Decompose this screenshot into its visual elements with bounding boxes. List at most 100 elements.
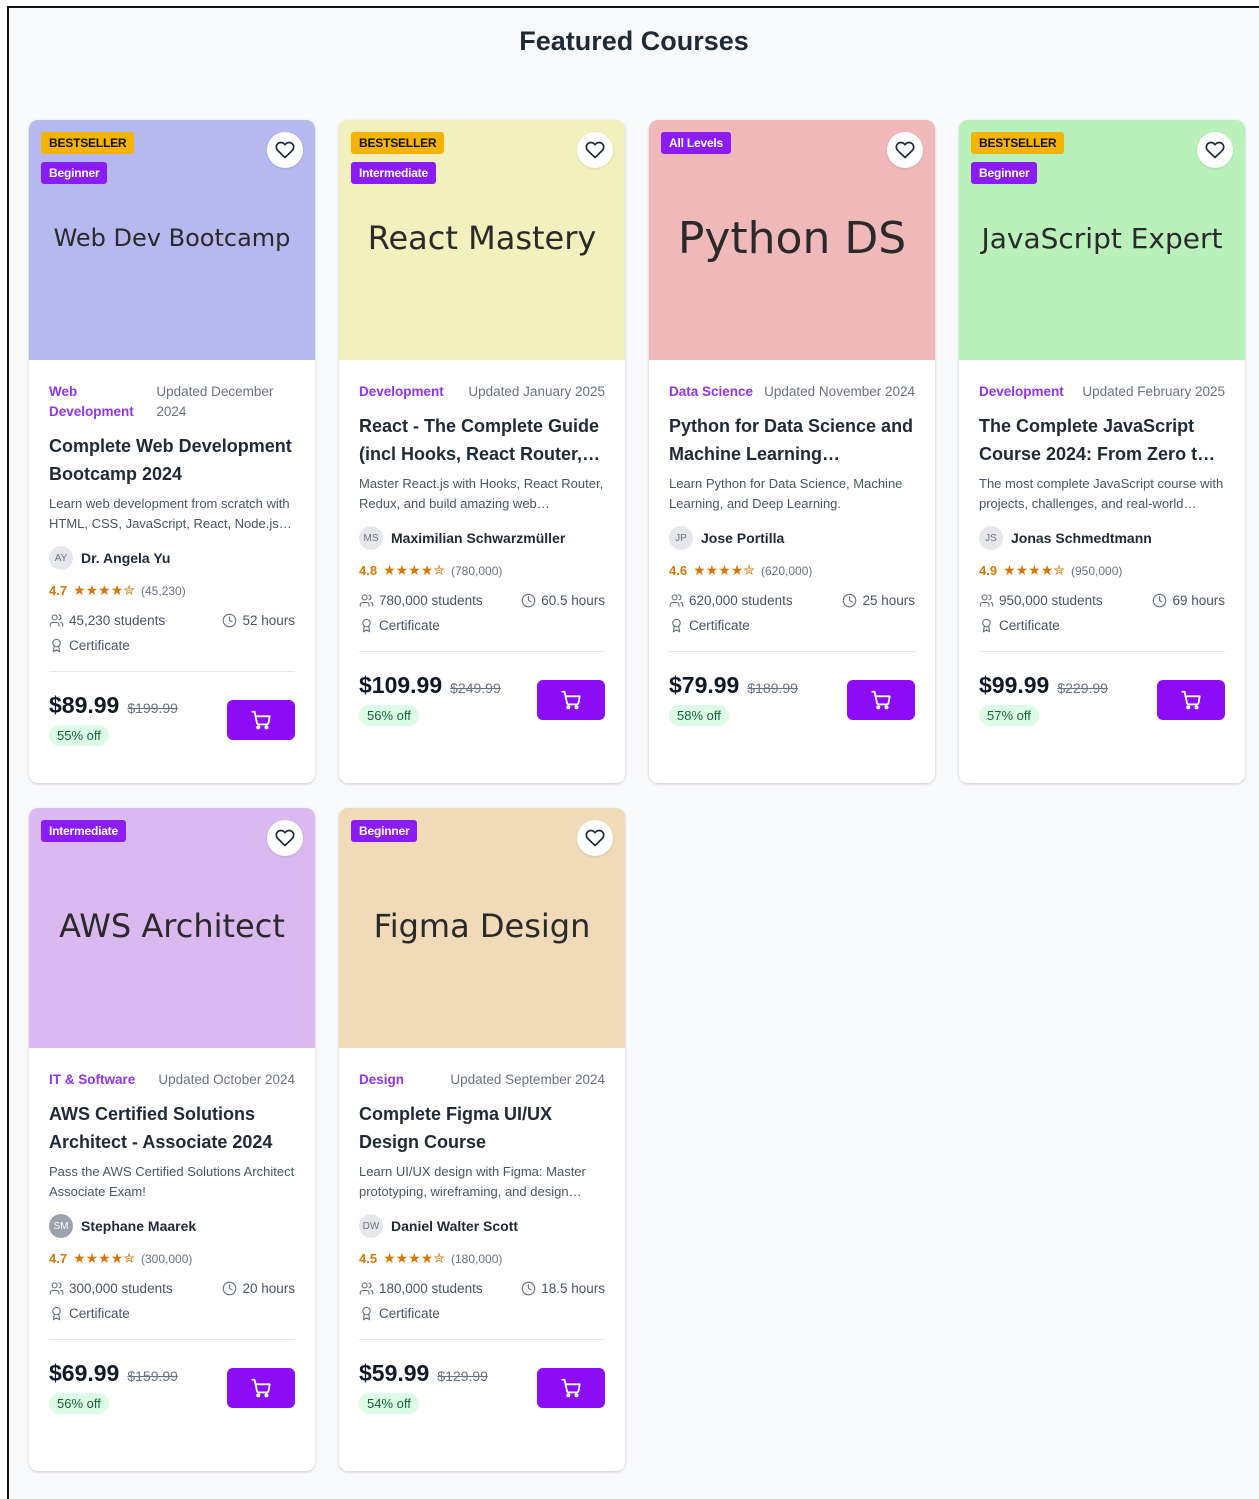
- course-category[interactable]: Data Science: [669, 382, 753, 402]
- course-title[interactable]: Complete Figma UI/UX Design Course: [359, 1100, 605, 1156]
- original-price: $189.99: [747, 680, 798, 696]
- heart-icon: [585, 829, 605, 847]
- wishlist-button[interactable]: [887, 132, 923, 168]
- discount-badge: 58% off: [669, 705, 729, 726]
- course-updated: Updated December 2024: [156, 384, 274, 419]
- add-to-cart-button[interactable]: [227, 1368, 295, 1408]
- students-stat: 45,230 students: [49, 613, 165, 628]
- discount-badge: 55% off: [49, 725, 109, 746]
- rating-score: 4.8: [359, 563, 378, 578]
- wishlist-button[interactable]: [1197, 132, 1233, 168]
- price-block: $59.99 $129.99 54% off: [359, 1360, 488, 1414]
- price-block: $79.99 $189.99 58% off: [669, 672, 798, 726]
- heart-icon: [275, 141, 295, 159]
- level-badge: All Levels: [661, 132, 732, 154]
- duration-stat: 52 hours: [222, 613, 295, 628]
- course-thumbnail[interactable]: JavaScript Expert BESTSELLER Beginner: [959, 120, 1245, 360]
- instructor[interactable]: JP Jose Portilla: [669, 526, 915, 550]
- course-description: Learn Python for Data Science, Machine L…: [669, 476, 903, 511]
- course-card[interactable]: Web Dev Bootcamp BESTSELLER Beginner Web…: [29, 120, 315, 783]
- course-title[interactable]: Python for Data Science and Machine Lear…: [669, 412, 915, 468]
- course-category[interactable]: Design: [359, 1070, 404, 1090]
- certificate-label: Certificate: [69, 638, 130, 653]
- certificate: Certificate: [359, 618, 605, 633]
- course-price: $89.99: [49, 692, 120, 718]
- course-card[interactable]: React Mastery BESTSELLER Intermediate De…: [339, 120, 625, 783]
- course-updated: Updated January 2025: [468, 384, 605, 399]
- meta-row: Web Development Updated December 2024: [49, 382, 295, 422]
- add-to-cart-button[interactable]: [537, 1368, 605, 1408]
- heart-icon: [1205, 141, 1225, 159]
- instructor-name: Stephane Maarek: [81, 1218, 197, 1234]
- wishlist-button[interactable]: [577, 820, 613, 856]
- wishlist-button[interactable]: [577, 132, 613, 168]
- add-to-cart-button[interactable]: [1157, 680, 1225, 720]
- instructor[interactable]: DW Daniel Walter Scott: [359, 1214, 605, 1238]
- discount-badge: 56% off: [49, 1393, 109, 1414]
- course-category[interactable]: Development: [359, 382, 444, 402]
- course-card[interactable]: Python DS All Levels Data Science Update…: [649, 120, 935, 783]
- students-stat: 620,000 students: [669, 593, 793, 608]
- certificate: Certificate: [979, 618, 1225, 633]
- course-title[interactable]: AWS Certified Solutions Architect - Asso…: [49, 1100, 295, 1156]
- certificate-label: Certificate: [379, 618, 440, 633]
- course-category[interactable]: Development: [979, 382, 1064, 402]
- course-thumbnail[interactable]: React Mastery BESTSELLER Intermediate: [339, 120, 625, 360]
- certificate: Certificate: [359, 1306, 605, 1321]
- course-title[interactable]: The Complete JavaScript Course 2024: Fro…: [979, 412, 1225, 468]
- instructor-avatar: JP: [669, 526, 693, 550]
- course-stats: 950,000 students 69 hours: [979, 593, 1225, 608]
- clock-icon: [1153, 593, 1167, 608]
- instructor[interactable]: MS Maximilian Schwarzmüller: [359, 526, 605, 550]
- instructor[interactable]: JS Jonas Schmedtmann: [979, 526, 1225, 550]
- course-thumbnail[interactable]: Python DS All Levels: [649, 120, 935, 360]
- duration-hours: 69 hours: [1172, 593, 1225, 608]
- add-to-cart-button[interactable]: [847, 680, 915, 720]
- users-icon: [49, 614, 64, 627]
- add-to-cart-button[interactable]: [227, 700, 295, 740]
- course-stats: 300,000 students 20 hours: [49, 1281, 295, 1296]
- price-row: $99.99 $229.99 57% off: [979, 672, 1225, 726]
- wishlist-button[interactable]: [267, 820, 303, 856]
- course-category[interactable]: Web Development: [49, 382, 156, 422]
- course-updated: Updated September 2024: [450, 1072, 605, 1087]
- course-thumbnail[interactable]: Web Dev Bootcamp BESTSELLER Beginner: [29, 120, 315, 360]
- wishlist-button[interactable]: [267, 132, 303, 168]
- students-stat: 300,000 students: [49, 1281, 173, 1296]
- rating-score: 4.6: [669, 563, 688, 578]
- course-thumbnail[interactable]: Figma Design Beginner: [339, 808, 625, 1048]
- course-title[interactable]: React - The Complete Guide (incl Hooks, …: [359, 412, 605, 468]
- heart-icon: [275, 829, 295, 847]
- add-to-cart-button[interactable]: [537, 680, 605, 720]
- bestseller-badge: BESTSELLER: [41, 132, 135, 154]
- course-thumbnail[interactable]: AWS Architect Intermediate: [29, 808, 315, 1048]
- course-title[interactable]: Complete Web Development Bootcamp 2024: [49, 432, 295, 488]
- star-icons: ★★★★✮: [693, 562, 756, 578]
- instructor[interactable]: SM Stephane Maarek: [49, 1214, 295, 1238]
- course-category[interactable]: IT & Software: [49, 1070, 135, 1090]
- rating-score: 4.9: [979, 563, 998, 578]
- course-updated: Updated October 2024: [158, 1072, 295, 1087]
- course-body: Data Science Updated November 2024 Pytho…: [649, 382, 935, 726]
- star-icons: ★★★★✮: [73, 1250, 136, 1266]
- original-price: $229.99: [1057, 680, 1108, 696]
- course-price: $69.99: [49, 1360, 120, 1386]
- instructor-name: Jose Portilla: [701, 530, 785, 546]
- course-card[interactable]: AWS Architect Intermediate IT & Software…: [29, 808, 315, 1471]
- duration-stat: 25 hours: [842, 593, 915, 608]
- bestseller-badge: BESTSELLER: [351, 132, 445, 154]
- instructor-avatar: JS: [979, 526, 1003, 550]
- duration-stat: 20 hours: [222, 1281, 295, 1296]
- instructor-name: Maximilian Schwarzmüller: [391, 530, 566, 546]
- course-card[interactable]: Figma Design Beginner Design Updated Sep…: [339, 808, 625, 1471]
- star-icons: ★★★★✮: [1003, 562, 1066, 578]
- course-card[interactable]: JavaScript Expert BESTSELLER Beginner De…: [959, 120, 1245, 783]
- cart-icon: [561, 690, 581, 710]
- duration-stat: 60.5 hours: [521, 593, 605, 608]
- divider: [49, 1339, 295, 1340]
- price-row: $89.99 $199.99 55% off: [49, 692, 295, 746]
- badges: BESTSELLER Intermediate: [351, 132, 445, 184]
- instructor[interactable]: AY Dr. Angela Yu: [49, 546, 295, 570]
- students-count: 620,000 students: [689, 593, 793, 608]
- cart-icon: [871, 690, 891, 710]
